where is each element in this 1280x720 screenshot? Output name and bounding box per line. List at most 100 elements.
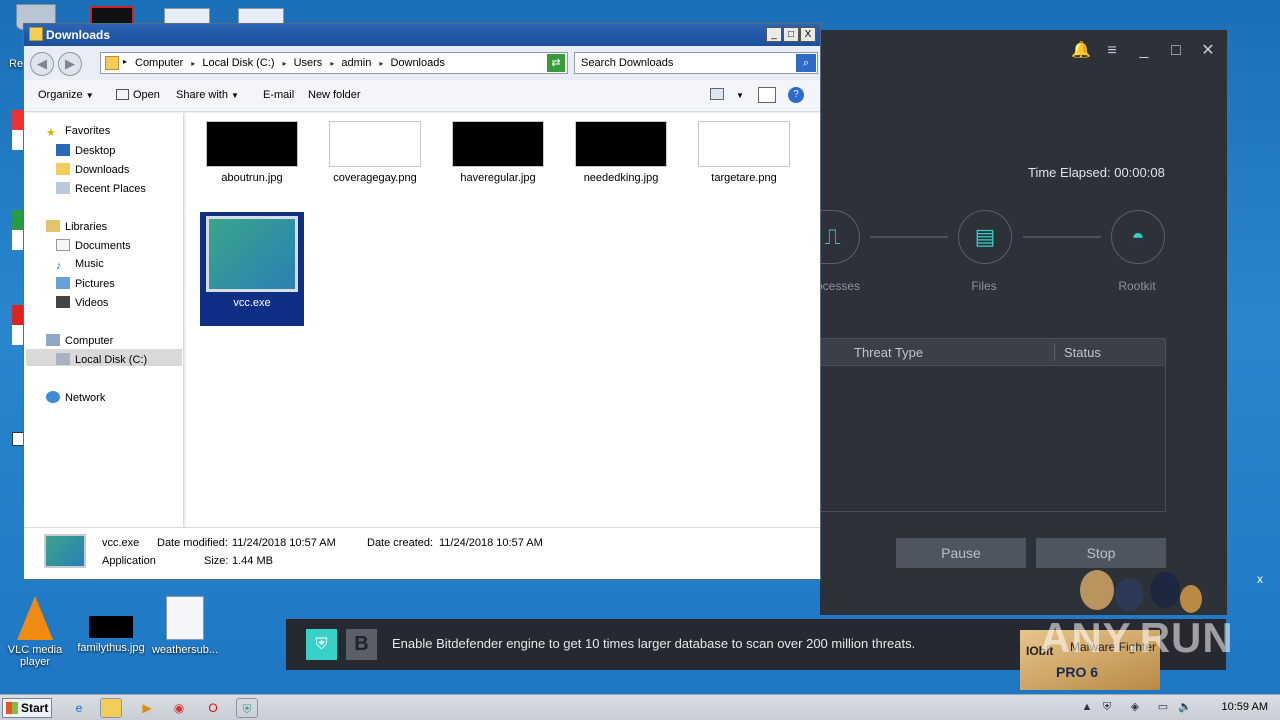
breadcrumb-computer[interactable]: Computer bbox=[135, 57, 183, 69]
ie-icon[interactable]: e bbox=[68, 698, 90, 718]
nav-music[interactable]: ♪ Music bbox=[56, 258, 104, 272]
tray-icon[interactable]: ◈ bbox=[1128, 700, 1142, 714]
file-name: vcc.exe bbox=[233, 297, 271, 309]
navigation-pane: ★ Favorites Desktop Downloads Recent Plac… bbox=[24, 113, 184, 527]
step-connector bbox=[1023, 236, 1101, 238]
nav-local-disk[interactable]: Local Disk (C:) bbox=[56, 353, 147, 366]
file-item[interactable]: targetare.png bbox=[692, 121, 796, 184]
nav-computer[interactable]: Computer bbox=[46, 334, 113, 347]
chrome-icon[interactable]: ◉ bbox=[168, 698, 190, 718]
nav-videos-label: Videos bbox=[75, 297, 109, 309]
email-button[interactable]: E-mail bbox=[263, 89, 294, 101]
nav-pictures[interactable]: Pictures bbox=[56, 277, 115, 290]
exe-thumbnail-icon bbox=[44, 534, 86, 568]
media-player-icon[interactable]: ▶ bbox=[136, 698, 158, 718]
view-options-icon[interactable] bbox=[710, 88, 724, 100]
chevron-down-icon: ▼ bbox=[85, 91, 94, 100]
step-label-files: Files bbox=[971, 279, 997, 293]
breadcrumb-admin[interactable]: admin bbox=[341, 57, 371, 69]
step-label-rootkit: Rootkit bbox=[1118, 279, 1156, 293]
detail-date-created: 11/24/2018 10:57 AM bbox=[439, 537, 543, 549]
refresh-button[interactable]: ⇄ bbox=[547, 54, 565, 72]
promo-text[interactable]: Enable Bitdefender engine to get 10 time… bbox=[392, 636, 915, 651]
taskbar: Start e ▶ ◉ O ⛨ ▲ ⛨ ◈ ▭ 🔈 10:59 AM bbox=[0, 694, 1280, 720]
open-button[interactable]: Open bbox=[116, 89, 160, 101]
help-icon[interactable]: ? bbox=[788, 87, 804, 103]
status-header: Status bbox=[1064, 345, 1101, 360]
forward-button[interactable]: ▶ bbox=[58, 52, 82, 76]
file-item[interactable]: coveragegay.png bbox=[323, 121, 427, 184]
vlc-desktop-icon[interactable]: VLC media player bbox=[0, 596, 70, 668]
detail-date-modified: 11/24/2018 10:57 AM bbox=[232, 537, 336, 549]
chevron-right-icon[interactable]: ▸ bbox=[191, 59, 195, 68]
volume-icon[interactable]: 🔈 bbox=[1178, 700, 1192, 714]
bell-icon[interactable]: 🔔 bbox=[1071, 42, 1091, 60]
explorer-taskbar-icon[interactable] bbox=[100, 698, 122, 718]
organize-button[interactable]: Organize ▼ bbox=[38, 89, 94, 101]
share-with-button[interactable]: Share with ▼ bbox=[176, 89, 239, 101]
tray-icon[interactable]: ▭ bbox=[1156, 700, 1170, 714]
familythus-desktop-icon[interactable]: familythus.jpg bbox=[76, 596, 146, 654]
image-thumbnail-icon bbox=[89, 616, 133, 638]
stop-button[interactable]: Stop bbox=[1036, 538, 1166, 568]
clock[interactable]: 10:59 AM bbox=[1222, 701, 1268, 713]
time-elapsed: Time Elapsed: 00:00:08 bbox=[1028, 165, 1165, 180]
maximize-icon[interactable]: □ bbox=[1167, 42, 1185, 60]
nav-favorites[interactable]: ★ Favorites bbox=[46, 125, 111, 139]
breadcrumb-chevron-icon[interactable]: ▸ bbox=[123, 57, 127, 66]
new-folder-button[interactable]: New folder bbox=[308, 89, 361, 101]
search-input[interactable]: Search Downloads ⌕ bbox=[574, 52, 818, 74]
pause-button[interactable]: Pause bbox=[896, 538, 1026, 568]
preview-pane-icon[interactable] bbox=[758, 87, 776, 103]
desktop-icon bbox=[56, 144, 70, 156]
nav-recent-places[interactable]: Recent Places bbox=[56, 182, 146, 195]
weathersub-desktop-icon[interactable]: weathersub... bbox=[150, 596, 220, 656]
nav-documents[interactable]: Documents bbox=[56, 239, 131, 252]
file-item[interactable]: haveregular.jpg bbox=[446, 121, 550, 184]
breadcrumb-users[interactable]: Users bbox=[294, 57, 323, 69]
side-close-x[interactable]: x bbox=[1257, 572, 1263, 586]
step-connector bbox=[870, 236, 948, 238]
exe-thumbnail bbox=[206, 216, 298, 292]
nav-desktop[interactable]: Desktop bbox=[56, 144, 115, 157]
folder-icon bbox=[29, 27, 43, 41]
minimize-button[interactable]: _ bbox=[766, 27, 782, 42]
search-icon[interactable]: ⌕ bbox=[796, 54, 816, 72]
minimize-icon[interactable]: _ bbox=[1135, 42, 1153, 60]
shield-tray-icon[interactable]: ⛨ bbox=[1100, 700, 1114, 714]
chevron-down-icon[interactable]: ▼ bbox=[736, 91, 744, 100]
show-hidden-icons[interactable]: ▲ bbox=[1080, 700, 1094, 714]
chevron-right-icon[interactable]: ▸ bbox=[330, 59, 334, 68]
nav-network[interactable]: Network bbox=[46, 391, 105, 404]
iobit-taskbar-icon[interactable]: ⛨ bbox=[236, 698, 258, 718]
close-button[interactable]: X bbox=[800, 27, 816, 42]
chevron-right-icon[interactable]: ▸ bbox=[283, 59, 287, 68]
back-button[interactable]: ◀ bbox=[30, 52, 54, 76]
search-placeholder: Search Downloads bbox=[581, 57, 674, 69]
file-item[interactable]: neededking.jpg bbox=[569, 121, 673, 184]
opera-icon[interactable]: O bbox=[202, 698, 224, 718]
menu-icon[interactable]: ≡ bbox=[1103, 42, 1121, 60]
desktop-edge-label: Re bbox=[9, 58, 24, 70]
nav-favorites-label: Favorites bbox=[65, 125, 111, 137]
balloon-decoration bbox=[1115, 578, 1143, 612]
nav-downloads[interactable]: Downloads bbox=[56, 163, 129, 176]
chevron-right-icon[interactable]: ▸ bbox=[379, 59, 383, 68]
close-icon[interactable]: ✕ bbox=[1199, 42, 1217, 60]
file-name: neededking.jpg bbox=[583, 172, 659, 184]
nav-documents-label: Documents bbox=[75, 240, 131, 252]
nav-libraries[interactable]: Libraries bbox=[46, 220, 107, 233]
breadcrumb-downloads[interactable]: Downloads bbox=[390, 57, 444, 69]
nav-computer-label: Computer bbox=[65, 335, 114, 347]
maximize-button[interactable]: □ bbox=[783, 27, 799, 42]
nav-videos[interactable]: Videos bbox=[56, 296, 108, 309]
start-button[interactable]: Start bbox=[2, 698, 52, 718]
file-item[interactable]: aboutrun.jpg bbox=[200, 121, 304, 184]
breadcrumb-local-disk[interactable]: Local Disk (C:) bbox=[202, 57, 274, 69]
explorer-titlebar[interactable]: Downloads _ □ X bbox=[24, 24, 820, 46]
file-item-selected[interactable]: vcc.exe bbox=[200, 212, 304, 326]
address-bar[interactable]: ▸ Computer ▸ Local Disk (C:) ▸ Users ▸ admi… bbox=[100, 52, 568, 74]
spy-icon: ◓ bbox=[1111, 210, 1165, 264]
threat-table-header: Threat Type Status bbox=[820, 339, 1165, 366]
nav-music-label: Music bbox=[75, 258, 104, 270]
